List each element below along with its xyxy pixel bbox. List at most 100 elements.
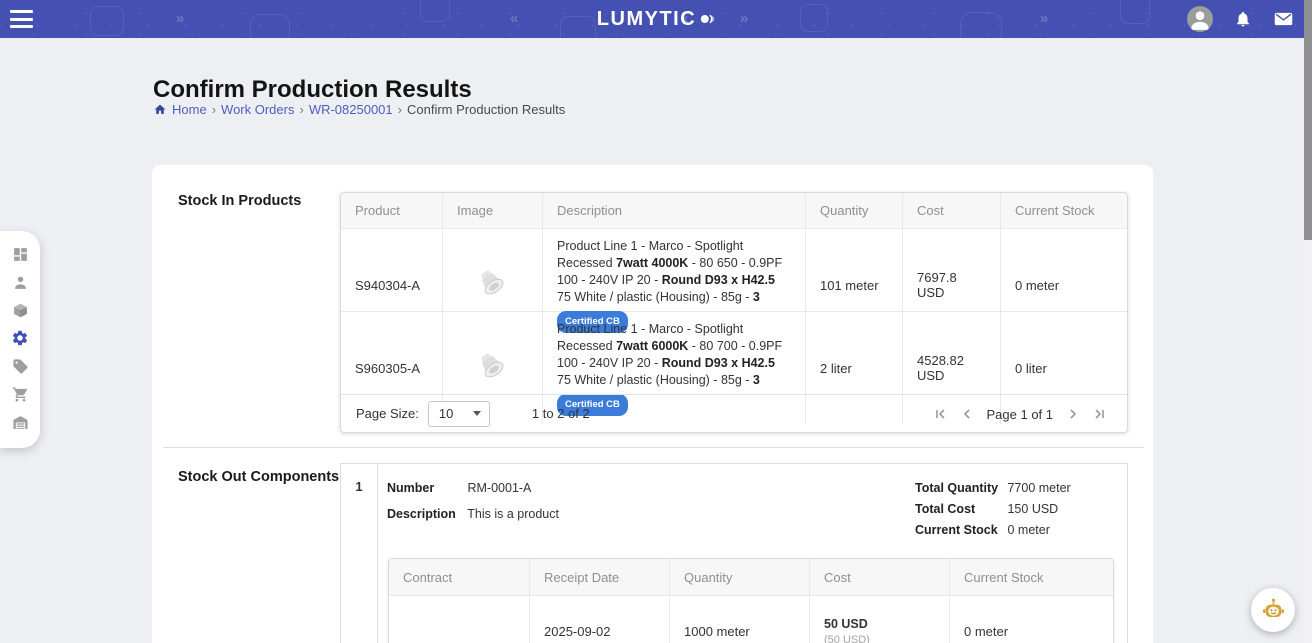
- total-quantity-label: Total Quantity: [915, 481, 1004, 495]
- table-row: S960305-A Product Line 1 - Marco - Spotl…: [341, 311, 1127, 394]
- total-cost-label: Total Cost: [915, 502, 1004, 516]
- current-stock-label: Current Stock: [915, 523, 1004, 537]
- col-image: Image: [442, 193, 542, 228]
- current-stock-value: 0 meter: [949, 596, 1113, 643]
- bell-icon: [1234, 10, 1252, 28]
- navbar-actions: [1187, 0, 1294, 38]
- last-page-button[interactable]: [1093, 407, 1107, 421]
- main-content-card: Stock In Products Product Image Descript…: [152, 165, 1153, 643]
- navbar-pattern: [90, 6, 124, 36]
- col-cost: Cost: [902, 193, 1000, 228]
- navbar-pattern: »: [740, 0, 748, 38]
- next-page-button[interactable]: [1066, 407, 1080, 421]
- chatbot-button[interactable]: [1251, 588, 1295, 632]
- spotlight-product-image: [470, 262, 516, 308]
- cost-cell: 50 USD (50 USD): [809, 596, 949, 643]
- navbar-pattern: »: [1040, 0, 1048, 38]
- navbar-pattern: [1120, 0, 1150, 24]
- messages-button[interactable]: [1273, 10, 1294, 28]
- sidebar-item-products[interactable]: [10, 300, 30, 320]
- sidebar-item-purchasing[interactable]: [10, 385, 30, 405]
- first-page-button[interactable]: [933, 407, 947, 421]
- breadcrumb-work-order-number[interactable]: WR-08250001: [309, 102, 393, 117]
- tag-icon: [12, 358, 29, 375]
- first-page-icon: [933, 407, 947, 421]
- navbar-pattern: «: [510, 0, 518, 38]
- stock-in-table-header: Product Image Description Quantity Cost …: [341, 193, 1127, 228]
- number-value: RM-0001-A: [467, 481, 531, 495]
- brand-text: LUMYTIC: [597, 8, 696, 31]
- component-totals: Total Quantity 7700 meter Total Cost 150…: [915, 481, 1071, 544]
- last-page-icon: [1093, 407, 1107, 421]
- receipts-table-header: Contract Receipt Date Quantity Cost Curr…: [389, 559, 1113, 595]
- total-quantity-value: 7700 meter: [1007, 481, 1070, 495]
- total-cost-value: 150 USD: [1007, 502, 1058, 516]
- scrollbar-thumb[interactable]: [1304, 0, 1312, 240]
- cost-value: 50 USD: [824, 617, 868, 631]
- navbar-pattern: [560, 16, 596, 38]
- dashboard-icon: [12, 246, 29, 263]
- breadcrumb-current: Confirm Production Results: [407, 102, 565, 117]
- table-row: S940304-A Product Line 1 - Marco - Spotl…: [341, 228, 1127, 311]
- col-cost: Cost: [809, 559, 949, 595]
- col-quantity: Quantity: [805, 193, 902, 228]
- cost-alt-value: (50 USD): [824, 634, 870, 643]
- navbar-pattern: [960, 12, 1002, 38]
- section-divider: [163, 447, 1144, 448]
- component-fields: Number RM-0001-A Description This is a p…: [387, 481, 559, 533]
- avatar[interactable]: [1187, 6, 1213, 32]
- user-icon: [1187, 6, 1213, 32]
- sidebar-item-dashboard[interactable]: [10, 244, 30, 264]
- pager-controls: Page 1 of 1: [933, 395, 1108, 433]
- chevron-left-icon: [960, 407, 974, 421]
- navbar-pattern: »: [176, 0, 184, 38]
- col-receipt-date: Receipt Date: [529, 559, 669, 595]
- top-navbar: » « « » » LUMYTIC: [0, 0, 1312, 38]
- spotlight-product-image: [470, 345, 516, 391]
- stock-out-receipts-table: Contract Receipt Date Quantity Cost Curr…: [388, 558, 1114, 643]
- sidebar-item-production[interactable]: [10, 328, 30, 348]
- sidebar-item-users[interactable]: [10, 272, 30, 292]
- robot-icon: [1260, 597, 1287, 624]
- col-quantity: Quantity: [669, 559, 809, 595]
- component-index: 1: [341, 464, 378, 643]
- breadcrumb-home[interactable]: Home: [172, 102, 207, 117]
- description-value: This is a product: [467, 507, 559, 521]
- home-icon: [153, 103, 167, 116]
- breadcrumb: Home › Work Orders › WR-08250001 › Confi…: [153, 102, 565, 117]
- mail-icon: [1273, 10, 1294, 28]
- navbar-pattern: [800, 4, 828, 32]
- brand-light-icon: [699, 11, 715, 27]
- navbar-pattern: [250, 14, 290, 38]
- scrollbar[interactable]: [1304, 0, 1312, 643]
- current-stock-value: 0 meter: [1007, 523, 1049, 537]
- person-icon: [12, 274, 29, 291]
- production-gear-icon: [11, 329, 29, 347]
- stock-out-component-card: 1 Number RM-0001-A Description This is a…: [340, 463, 1128, 643]
- sidebar-item-warehouse[interactable]: [10, 413, 30, 433]
- page-size-value: 10: [439, 406, 453, 421]
- pagination-range: 1 to 2 of 2: [532, 406, 590, 421]
- number-label: Number: [387, 481, 464, 495]
- warehouse-icon: [12, 414, 29, 431]
- menu-button[interactable]: [9, 8, 35, 30]
- chevron-down-icon: [473, 411, 481, 416]
- col-description: Description: [542, 193, 805, 228]
- package-icon: [12, 302, 29, 319]
- receipt-date-value: 2025-09-02: [529, 596, 669, 643]
- description-label: Description: [387, 507, 464, 521]
- stock-out-section-title: Stock Out Components: [178, 469, 339, 485]
- page-size-select[interactable]: 10: [428, 401, 490, 427]
- page-title: Confirm Production Results: [153, 76, 472, 104]
- notifications-button[interactable]: [1234, 10, 1252, 28]
- col-current-stock: Current Stock: [1000, 193, 1127, 228]
- col-current-stock: Current Stock: [949, 559, 1113, 595]
- col-product: Product: [341, 193, 442, 228]
- breadcrumb-work-orders[interactable]: Work Orders: [221, 102, 294, 117]
- sidebar-item-tags[interactable]: [10, 357, 30, 377]
- prev-page-button[interactable]: [960, 407, 974, 421]
- navbar-pattern: [420, 0, 450, 22]
- contract-value: [389, 596, 529, 643]
- screen: » « « » » LUMYTIC: [0, 0, 1312, 643]
- chevron-right-icon: [1066, 407, 1080, 421]
